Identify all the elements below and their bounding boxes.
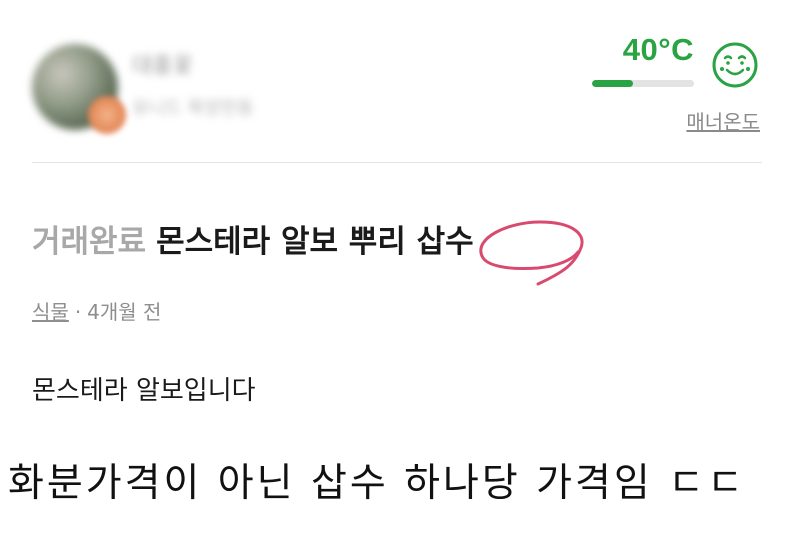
circle-annotation [479, 220, 584, 286]
post-time: 4개월 전 [87, 300, 162, 324]
trade-status: 거래완료 [32, 224, 147, 260]
seller-location: 유니드 목양천동 [132, 98, 254, 119]
divider [32, 162, 762, 163]
meta-separator: · [74, 300, 82, 324]
category-link[interactable]: 식물 [32, 300, 69, 324]
temperature-value: 40°C [622, 32, 694, 67]
post-body: 몬스테라 알보입니다 [32, 376, 256, 406]
manner-temperature[interactable]: 40°C 매너온도 [582, 32, 762, 138]
screenshot-page: 대홍꽃 유니드 목양천동 40°C 매너온도 거래완료 몬스테라 알보 뿌리 삽수 [0, 0, 795, 537]
manner-temperature-link[interactable]: 매너온도 [686, 106, 760, 135]
temperature-bar-fill [592, 80, 633, 87]
temperature-bar [592, 80, 694, 87]
post-title-text: 몬스테라 알보 뿌리 삽수 [156, 224, 474, 260]
smiling-face-icon [712, 42, 758, 88]
post-meta: 식물 · 4개월 전 [32, 296, 161, 325]
seller-profile[interactable]: 대홍꽃 유니드 목양천동 40°C 매너온도 [32, 32, 762, 138]
avatar-badge [88, 96, 126, 134]
seller-nickname[interactable]: 대홍꽃 [132, 48, 193, 80]
post-title: 거래완료 몬스테라 알보 뿌리 삽수 [32, 216, 474, 261]
caption-text: 화분가격이 아닌 삽수 하나당 가격임 ㄷㄷ [8, 461, 746, 506]
